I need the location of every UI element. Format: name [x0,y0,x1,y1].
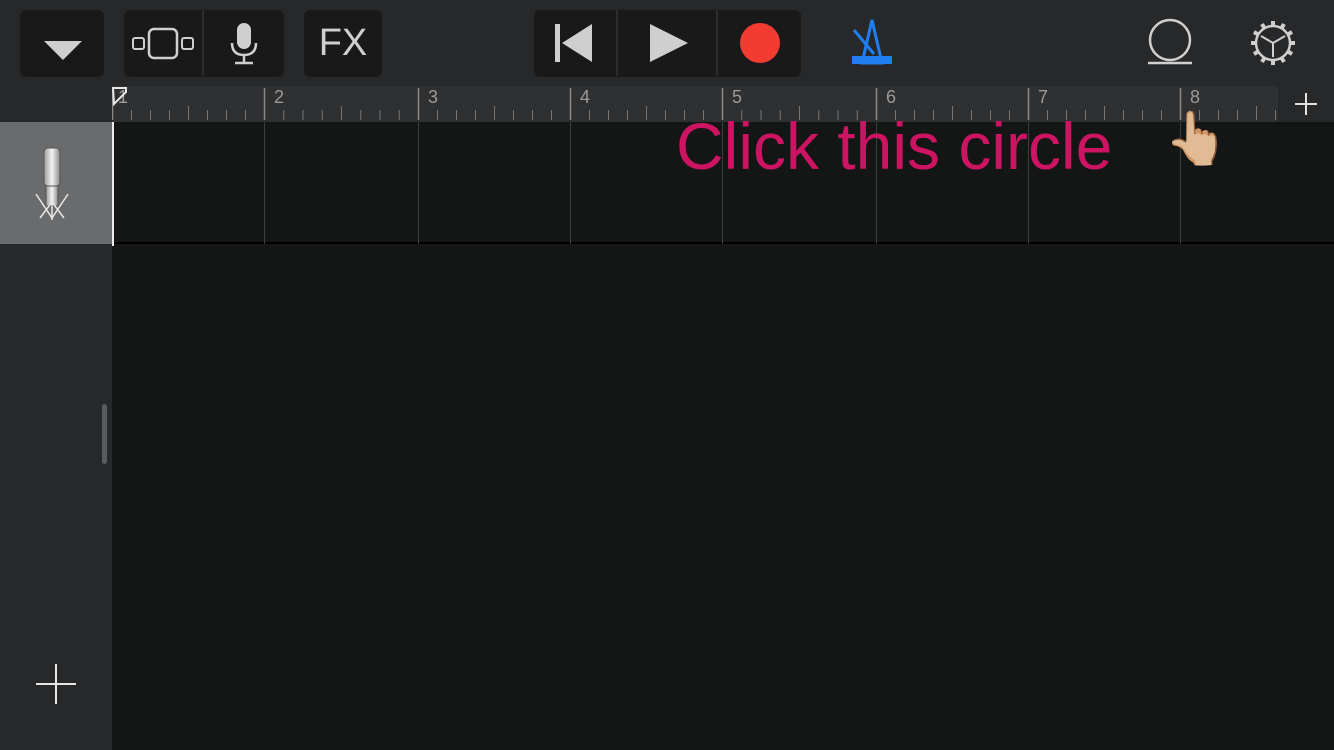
loop-icon [1148,18,1192,65]
add-section-button[interactable] [1278,86,1334,122]
bar-number-5: 5 [732,87,743,107]
track-view-button[interactable] [124,10,202,77]
gear-icon [1251,21,1295,65]
tracks-menu-button[interactable] [20,10,104,77]
bar-gridline [570,122,571,244]
bar-number-2: 2 [274,87,285,107]
add-track-button[interactable] [28,656,84,712]
track-header-audio-recorder[interactable] [0,122,112,244]
bar-number-7: 7 [1038,87,1049,107]
microphone-icon [230,23,258,65]
bar-gridline [264,122,265,244]
metronome-button[interactable] [840,10,904,77]
toolbar: FX [0,0,1334,86]
fx-label: FX [318,22,368,64]
play-button[interactable] [618,10,716,77]
plus-icon [1295,93,1317,115]
record-button[interactable] [718,10,801,77]
chevron-down-icon [44,41,82,60]
bar-number-6: 6 [886,87,897,107]
playhead-marker-icon[interactable] [112,86,128,122]
bar-gridline [418,122,419,244]
plus-icon [36,664,76,704]
view-and-input-group [124,10,284,77]
bar-number-4: 4 [580,87,591,107]
track-view-icon [132,27,194,60]
settings-button[interactable] [1244,10,1304,77]
metronome-icon [852,19,892,65]
pointing-hand-icon: 👆🏼 [1164,110,1229,168]
record-icon [740,23,780,63]
rewind-button[interactable] [534,10,616,77]
transport-controls [534,10,801,77]
tutorial-annotation: Click this circle [676,109,1113,183]
condenser-microphone-icon [35,147,69,220]
rewind-to-start-icon [555,24,592,62]
play-icon [650,24,688,62]
bar-number-3: 3 [428,87,439,107]
track-list-scroll-handle[interactable] [102,404,107,464]
microphone-input-button[interactable] [204,10,284,77]
playhead-line[interactable] [112,122,114,246]
fx-button[interactable]: FX [304,10,382,77]
loop-browser-button[interactable] [1140,10,1200,77]
bar-number-8: 8 [1190,87,1201,107]
